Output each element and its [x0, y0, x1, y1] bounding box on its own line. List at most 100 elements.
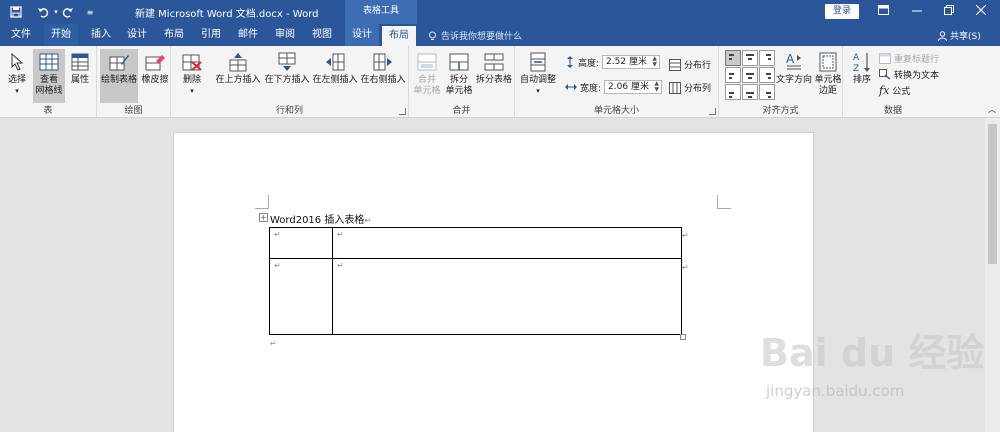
- tab-layout[interactable]: 布局: [157, 24, 191, 46]
- document-page[interactable]: + Word2016 插入表格↵ ↵ ↵ ↵ ↵ ↵ ↵ ↵: [173, 132, 814, 432]
- title-bar: ▾ ≡ 新建 Microsoft Word 文档.docx - Word 表格工…: [0, 0, 1000, 24]
- align-top-center-icon[interactable]: [742, 50, 758, 66]
- eraser-button[interactable]: 橡皮擦: [140, 49, 170, 86]
- select-button[interactable]: 选择 ▾: [3, 49, 31, 97]
- split-cells-button[interactable]: 拆分 单元格: [444, 49, 474, 97]
- table-properties-button[interactable]: 属性: [67, 49, 93, 86]
- group-draw: 绘制表格 橡皮擦 绘图: [97, 46, 171, 118]
- word-table[interactable]: ↵ ↵ ↵ ↵: [269, 227, 682, 335]
- row-end-mark: ↵: [682, 263, 689, 272]
- login-button[interactable]: 登录: [825, 4, 859, 19]
- view-gridlines-button[interactable]: 查看 网格线: [33, 49, 65, 103]
- person-icon: [938, 30, 947, 41]
- undo-dropdown-icon[interactable]: ▾: [52, 4, 60, 20]
- insert-above-button[interactable]: 在上方插入: [214, 49, 262, 86]
- document-heading[interactable]: Word2016 插入表格↵: [270, 211, 371, 226]
- draw-table-button[interactable]: 绘制表格: [100, 49, 138, 103]
- sort-az-icon: AZ: [850, 51, 874, 73]
- align-bottom-center-icon[interactable]: [742, 84, 758, 100]
- delete-button[interactable]: 删除 ▾: [177, 49, 207, 97]
- group-table: 选择 ▾ 查看 网格线 属性 表: [0, 46, 97, 118]
- group-label-alignment: 对齐方式: [762, 106, 799, 116]
- tab-home[interactable]: 开始: [44, 24, 78, 46]
- row-height-control: 高度: 2.52 厘米 ▲ ▼: [565, 55, 661, 69]
- customize-qat-icon[interactable]: ≡: [84, 4, 96, 20]
- delete-table-icon: [180, 51, 204, 73]
- table-cell[interactable]: ↵: [332, 227, 682, 259]
- tab-review[interactable]: 审阅: [268, 24, 302, 46]
- ribbon-display-options-icon[interactable]: [868, 3, 898, 21]
- align-middle-right-icon[interactable]: [759, 67, 775, 83]
- convert-to-text-button[interactable]: 转换为文本: [879, 68, 939, 81]
- align-top-left-icon[interactable]: [725, 50, 741, 66]
- table-cell[interactable]: ↵: [269, 227, 333, 259]
- align-bottom-right-icon[interactable]: [759, 84, 775, 100]
- tab-mailings[interactable]: 邮件: [231, 24, 265, 46]
- pencil-table-icon: [107, 51, 131, 73]
- undo-icon[interactable]: [34, 4, 52, 20]
- tell-me-placeholder: 告诉我你想要做什么: [441, 32, 523, 42]
- redo-icon[interactable]: [60, 4, 76, 20]
- align-middle-left-icon[interactable]: [725, 67, 741, 83]
- collapse-ribbon-icon[interactable]: ︿: [988, 104, 996, 115]
- align-middle-center-icon[interactable]: [742, 67, 758, 83]
- minimize-icon[interactable]: [902, 3, 932, 21]
- share-button[interactable]: 共享(S): [938, 29, 981, 42]
- merge-cells-button[interactable]: 合并 单元格: [412, 49, 442, 97]
- tab-design[interactable]: 设计: [120, 24, 154, 46]
- cell-size-launcher-icon[interactable]: [709, 108, 716, 115]
- formula-button[interactable]: fx 公式: [879, 84, 910, 97]
- table-cell[interactable]: ↵: [269, 258, 333, 335]
- svg-text:Z: Z: [853, 64, 859, 73]
- split-table-icon: [482, 51, 506, 73]
- align-top-right-icon[interactable]: [759, 50, 775, 66]
- tab-references[interactable]: 引用: [194, 24, 228, 46]
- distribute-columns-button[interactable]: 分布列: [669, 81, 711, 94]
- row-height-input[interactable]: 2.52 厘米 ▲ ▼: [602, 55, 661, 69]
- text-direction-button[interactable]: A 文字方向: [775, 49, 813, 86]
- distribute-columns-icon: [669, 81, 681, 94]
- split-table-button[interactable]: 拆分表格: [474, 49, 514, 86]
- rows-columns-launcher-icon[interactable]: [399, 108, 406, 115]
- align-bottom-left-icon[interactable]: [725, 84, 741, 100]
- tab-insert[interactable]: 插入: [84, 24, 118, 46]
- close-icon[interactable]: [966, 3, 996, 21]
- autofit-button[interactable]: 自动调整 ▾: [518, 49, 558, 97]
- group-label-cell-size: 单元格大小: [593, 106, 639, 116]
- watermark-brand: Bai du 经验: [760, 331, 985, 375]
- table-resize-handle-icon[interactable]: [680, 334, 686, 340]
- restore-icon[interactable]: [934, 3, 964, 21]
- document-title: 新建 Microsoft Word 文档.docx - Word: [135, 9, 319, 20]
- sort-button[interactable]: AZ 排序: [849, 49, 875, 86]
- save-icon[interactable]: [8, 4, 24, 20]
- paragraph-mark: ↵: [270, 339, 277, 348]
- table-cell[interactable]: ↵: [332, 258, 682, 335]
- scrollbar-thumb[interactable]: [988, 124, 997, 264]
- group-label-draw: 绘图: [124, 106, 143, 116]
- cell-margins-button[interactable]: 单元格 边距: [813, 49, 843, 97]
- split-cells-icon: [447, 51, 471, 73]
- tab-file[interactable]: 文件: [4, 24, 38, 46]
- formula-fx-icon: fx: [879, 84, 890, 97]
- tab-table-design[interactable]: 设计: [345, 24, 379, 46]
- insert-left-button[interactable]: 在左侧插入: [311, 49, 359, 86]
- gridlines-icon: [37, 51, 61, 73]
- share-label: 共享(S): [950, 32, 981, 42]
- repeat-header-rows-button[interactable]: 重复标题行: [879, 52, 939, 65]
- table-move-handle-icon[interactable]: +: [259, 213, 268, 222]
- svg-text:A: A: [786, 52, 795, 66]
- cell-alignment-grid: [725, 50, 775, 100]
- lightbulb-icon: [429, 31, 436, 40]
- eraser-icon: [143, 51, 167, 73]
- row-end-mark: ↵: [682, 231, 689, 240]
- tell-me-search[interactable]: 告诉我你想要做什么: [428, 29, 522, 42]
- column-width-input[interactable]: 2.06 厘米 ▲ ▼: [604, 80, 663, 94]
- tab-view[interactable]: 视图: [305, 24, 339, 46]
- distribute-rows-button[interactable]: 分布行: [669, 58, 711, 71]
- tab-table-layout[interactable]: 布局: [382, 26, 416, 46]
- group-label-rows-columns: 行和列: [275, 106, 303, 116]
- insert-right-button[interactable]: 在右侧插入: [359, 49, 407, 86]
- ribbon: 选择 ▾ 查看 网格线 属性 表 绘制表格 橡皮擦 绘图 删除 ▾ 在上方插入 …: [0, 46, 1000, 118]
- insert-row-above-icon: [226, 51, 250, 73]
- insert-below-button[interactable]: 在下方插入: [263, 49, 311, 86]
